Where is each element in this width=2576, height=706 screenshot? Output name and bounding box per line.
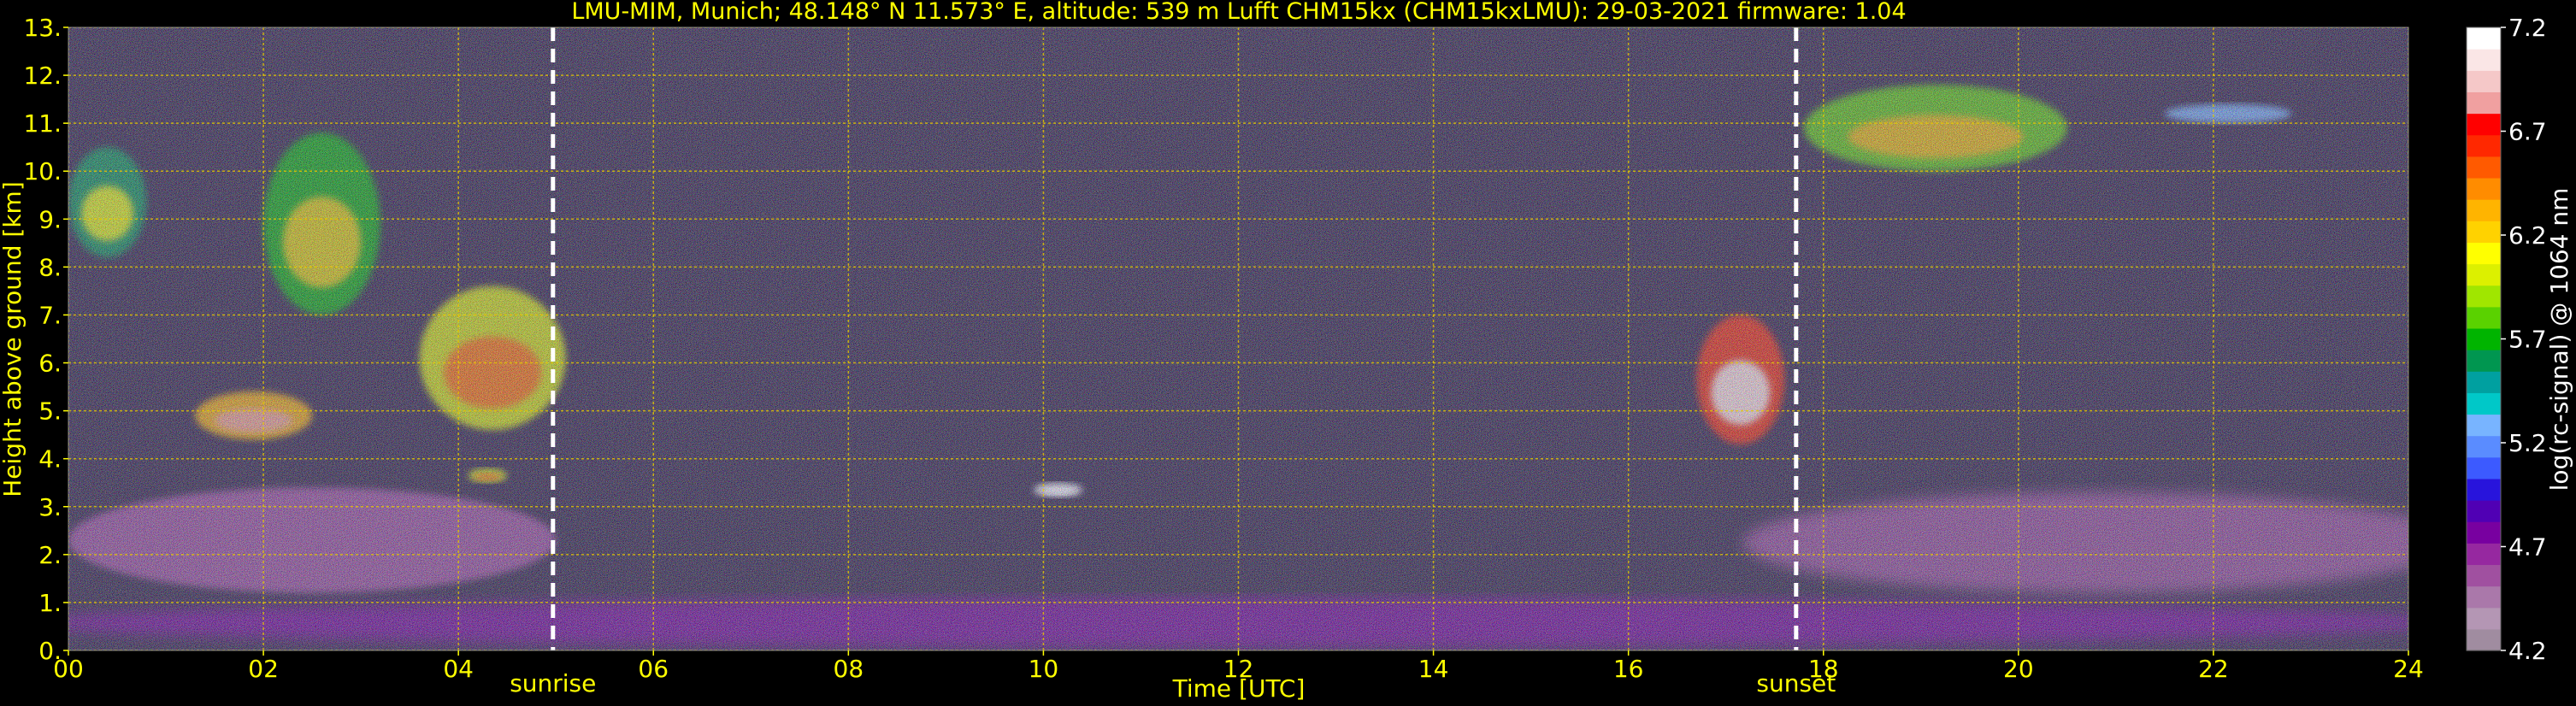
- y-tick-label: 0.: [38, 637, 62, 665]
- colorbar-bin: [2467, 49, 2501, 71]
- y-tick-label: 5.: [38, 397, 62, 426]
- sunrise-label: sunrise: [510, 669, 596, 697]
- colorbar-bin: [2467, 177, 2501, 200]
- colorbar-bin: [2467, 456, 2501, 479]
- colorbar-bin: [2467, 27, 2501, 50]
- y-tick-label: 13.: [23, 14, 62, 42]
- colorbar-bin: [2467, 285, 2501, 308]
- colorbar-bin: [2467, 91, 2501, 115]
- x-tick-label: 04: [443, 655, 474, 683]
- colorbar-bin: [2467, 500, 2501, 522]
- colorbar-bin: [2467, 371, 2501, 393]
- y-tick-label: 10.: [23, 157, 62, 185]
- x-axis-label: Time [UTC]: [1172, 674, 1306, 703]
- colorbar-bin: [2467, 414, 2501, 437]
- x-tick-label: 16: [1613, 655, 1644, 683]
- colorbar-bin: [2467, 628, 2501, 651]
- colorbar: 4.2 4.7 5.2 5.7 6.2 6.7 7.2 log(rc-signal) @ 1…: [2466, 14, 2573, 665]
- colorbar-tick-label: 5.2: [2508, 429, 2547, 457]
- colorbar-bin: [2467, 327, 2501, 350]
- colorbar-bin: [2467, 113, 2501, 136]
- y-tick-label: 11.: [23, 109, 62, 138]
- colorbar-bins: [2467, 27, 2501, 651]
- ceilometer-figure: LMU-MIM, Munich; 48.148° N 11.573° E, al…: [0, 0, 2573, 703]
- colorbar-tick-label: 6.7: [2508, 118, 2547, 146]
- colorbar-bin: [2467, 543, 2501, 566]
- x-tick-label: 14: [1418, 655, 1449, 683]
- colorbar-bin: [2467, 564, 2501, 587]
- colorbar-bin: [2467, 435, 2501, 458]
- colorbar-bin: [2467, 478, 2501, 501]
- colorbar-bin: [2467, 350, 2501, 372]
- colorbar-label: log(rc-signal) @ 1064 nm: [2545, 188, 2573, 491]
- colorbar-bin: [2467, 585, 2501, 609]
- y-axis-ticks: 0. 1. 2. 3. 4. 5. 6. 7. 8. 9. 10. 11. 12. 13.: [23, 14, 68, 665]
- x-tick-label: 06: [638, 655, 669, 683]
- colorbar-bin: [2467, 306, 2501, 329]
- colorbar-bin: [2467, 70, 2501, 93]
- x-tick-label: 24: [2393, 655, 2424, 683]
- colorbar-ticks: 4.2 4.7 5.2 5.7 6.2 6.7 7.2: [2501, 14, 2547, 665]
- y-tick-label: 2.: [38, 541, 62, 569]
- y-tick-label: 3.: [38, 493, 62, 521]
- y-tick-label: 1.: [38, 589, 62, 617]
- x-tick-label: 20: [2003, 655, 2034, 683]
- x-tick-label: 10: [1029, 655, 1059, 683]
- y-axis-label: Height above ground [km]: [0, 181, 27, 497]
- colorbar-bin: [2467, 134, 2501, 157]
- y-tick-label: 6.: [38, 350, 62, 378]
- x-tick-label: 22: [2198, 655, 2229, 683]
- colorbar-tick-label: 4.2: [2508, 637, 2547, 665]
- chart-title: LMU-MIM, Munich; 48.148° N 11.573° E, al…: [571, 0, 1906, 25]
- colorbar-bin: [2467, 392, 2501, 415]
- colorbar-bin: [2467, 221, 2501, 243]
- colorbar-tick-label: 4.7: [2508, 533, 2547, 562]
- y-tick-label: 12.: [23, 62, 62, 90]
- colorbar-bin: [2467, 156, 2501, 179]
- x-tick-label: 02: [248, 655, 279, 683]
- colorbar-bin: [2467, 199, 2501, 221]
- y-tick-label: 4.: [38, 445, 62, 474]
- sunset-label: sunset: [1756, 669, 1836, 697]
- colorbar-bin: [2467, 607, 2501, 630]
- plot-area: [68, 26, 2409, 651]
- x-tick-label: 08: [834, 655, 864, 683]
- colorbar-tick-label: 5.7: [2508, 326, 2547, 354]
- y-tick-label: 9.: [38, 205, 62, 233]
- colorbar-tick-label: 6.2: [2508, 221, 2547, 250]
- y-tick-label: 8.: [38, 253, 62, 281]
- y-tick-label: 7.: [38, 301, 62, 329]
- colorbar-tick-label: 7.2: [2508, 14, 2547, 42]
- colorbar-bin: [2467, 521, 2501, 544]
- colorbar-bin: [2467, 242, 2501, 265]
- colorbar-bin: [2467, 263, 2501, 286]
